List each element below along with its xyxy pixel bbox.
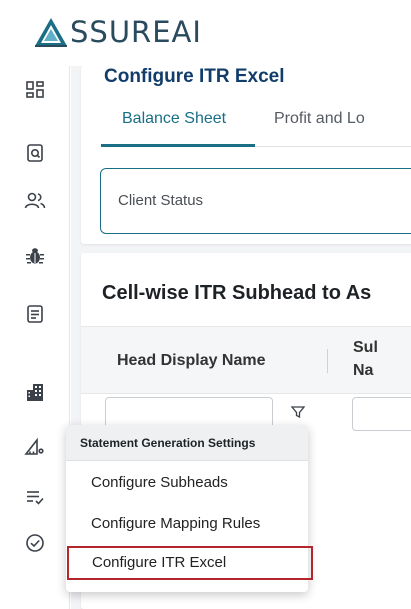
menu-header: Statement Generation Settings: [66, 425, 308, 461]
check-circle-icon: [26, 534, 44, 552]
section-title: Cell-wise ITR Subhead to As: [102, 282, 372, 304]
ruler-settings-icon: [24, 437, 44, 455]
menu-item-label: Configure ITR Excel: [92, 554, 227, 571]
sidebar-item-approvals[interactable]: [24, 532, 46, 554]
tab-balance-sheet[interactable]: Balance Sheet: [122, 108, 226, 130]
sidebar-item-checklist[interactable]: [24, 486, 46, 508]
statement-generation-settings-menu: Statement Generation Settings Configure …: [66, 425, 313, 592]
sidebar-item-bug[interactable]: [24, 245, 46, 267]
menu-item-label: Configure Subheads: [91, 474, 228, 491]
document-search-icon: [27, 144, 43, 162]
sidebar-item-organizations[interactable]: [24, 381, 46, 403]
tab-active-indicator: [101, 144, 255, 147]
sidebar-item-users[interactable]: [24, 190, 46, 212]
column-separator: [327, 349, 328, 373]
table-header-row: Head Display Name Sul Na: [81, 326, 411, 394]
sidebar: [0, 66, 70, 609]
app-root: SSUREAI Configure ITR Excel Balance Shee…: [0, 0, 411, 609]
brand-logo-text: SSUREAI: [70, 14, 202, 49]
dashboard-grid-icon: [26, 81, 44, 98]
sidebar-item-dashboard[interactable]: [24, 79, 46, 101]
config-card: Configure ITR Excel Balance Sheet Profit…: [81, 66, 411, 244]
column-header-subhead-name-line1[interactable]: Sul: [353, 339, 378, 357]
sidebar-item-document-search[interactable]: [24, 142, 46, 164]
client-status-label: Client Status: [118, 192, 204, 209]
sidebar-item-statement-generation-settings[interactable]: [24, 436, 46, 458]
triangle-a-logo-icon: [35, 18, 67, 47]
subhead-name-filter-input[interactable]: [352, 397, 411, 431]
column-header-head-display-name[interactable]: Head Display Name: [117, 352, 266, 370]
filter-funnel-icon[interactable]: [290, 404, 306, 420]
menu-item-configure-subheads[interactable]: Configure Subheads: [66, 466, 308, 500]
form-list-icon: [27, 305, 43, 323]
menu-item-configure-itr-excel[interactable]: Configure ITR Excel: [67, 546, 313, 580]
menu-item-label: Configure Mapping Rules: [91, 515, 261, 532]
brand-logo[interactable]: SSUREAI: [34, 12, 202, 52]
menu-item-configure-mapping-rules[interactable]: Configure Mapping Rules: [66, 507, 308, 541]
checklist-icon: [27, 491, 44, 505]
tab-bar: Balance Sheet Profit and Lo: [101, 106, 411, 147]
page-title: Configure ITR Excel: [104, 66, 285, 87]
menu-header-label: Statement Generation Settings: [80, 436, 256, 450]
sidebar-item-forms[interactable]: [24, 303, 46, 325]
column-header-subhead-name-line2[interactable]: Na: [353, 362, 373, 380]
bug-icon: [26, 248, 44, 264]
tab-profit-and-loss[interactable]: Profit and Lo: [274, 108, 365, 130]
users-icon: [24, 192, 46, 209]
client-status-select[interactable]: Client Status: [100, 168, 411, 234]
buildings-icon: [27, 384, 43, 401]
